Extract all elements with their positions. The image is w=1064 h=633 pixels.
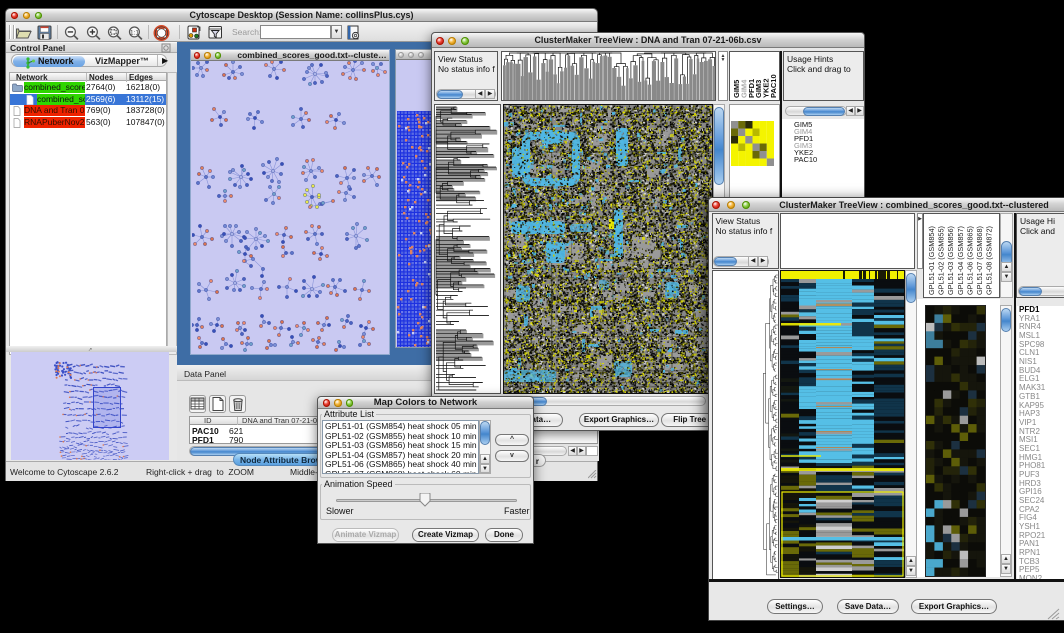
svg-text:GPL51-07 (GSM868): GPL51-07 (GSM868) xyxy=(975,226,984,295)
svg-text:GPL51-03 (GSM856): GPL51-03 (GSM856) xyxy=(946,226,955,295)
svg-text:GPL51-04 (GSM857): GPL51-04 (GSM857) xyxy=(956,226,965,295)
svg-text:GPL51-02 (GSM855): GPL51-02 (GSM855) xyxy=(937,226,946,295)
svg-text:GPL51-01 (GSM854): GPL51-01 (GSM854) xyxy=(927,226,936,295)
svg-text:PAC10: PAC10 xyxy=(769,74,778,98)
svg-text:GPL51-08 (GSM872): GPL51-08 (GSM872) xyxy=(985,226,994,295)
svg-text:1:1: 1:1 xyxy=(130,30,139,37)
svg-text:GPL51-06 (GSM865): GPL51-06 (GSM865) xyxy=(965,226,974,295)
